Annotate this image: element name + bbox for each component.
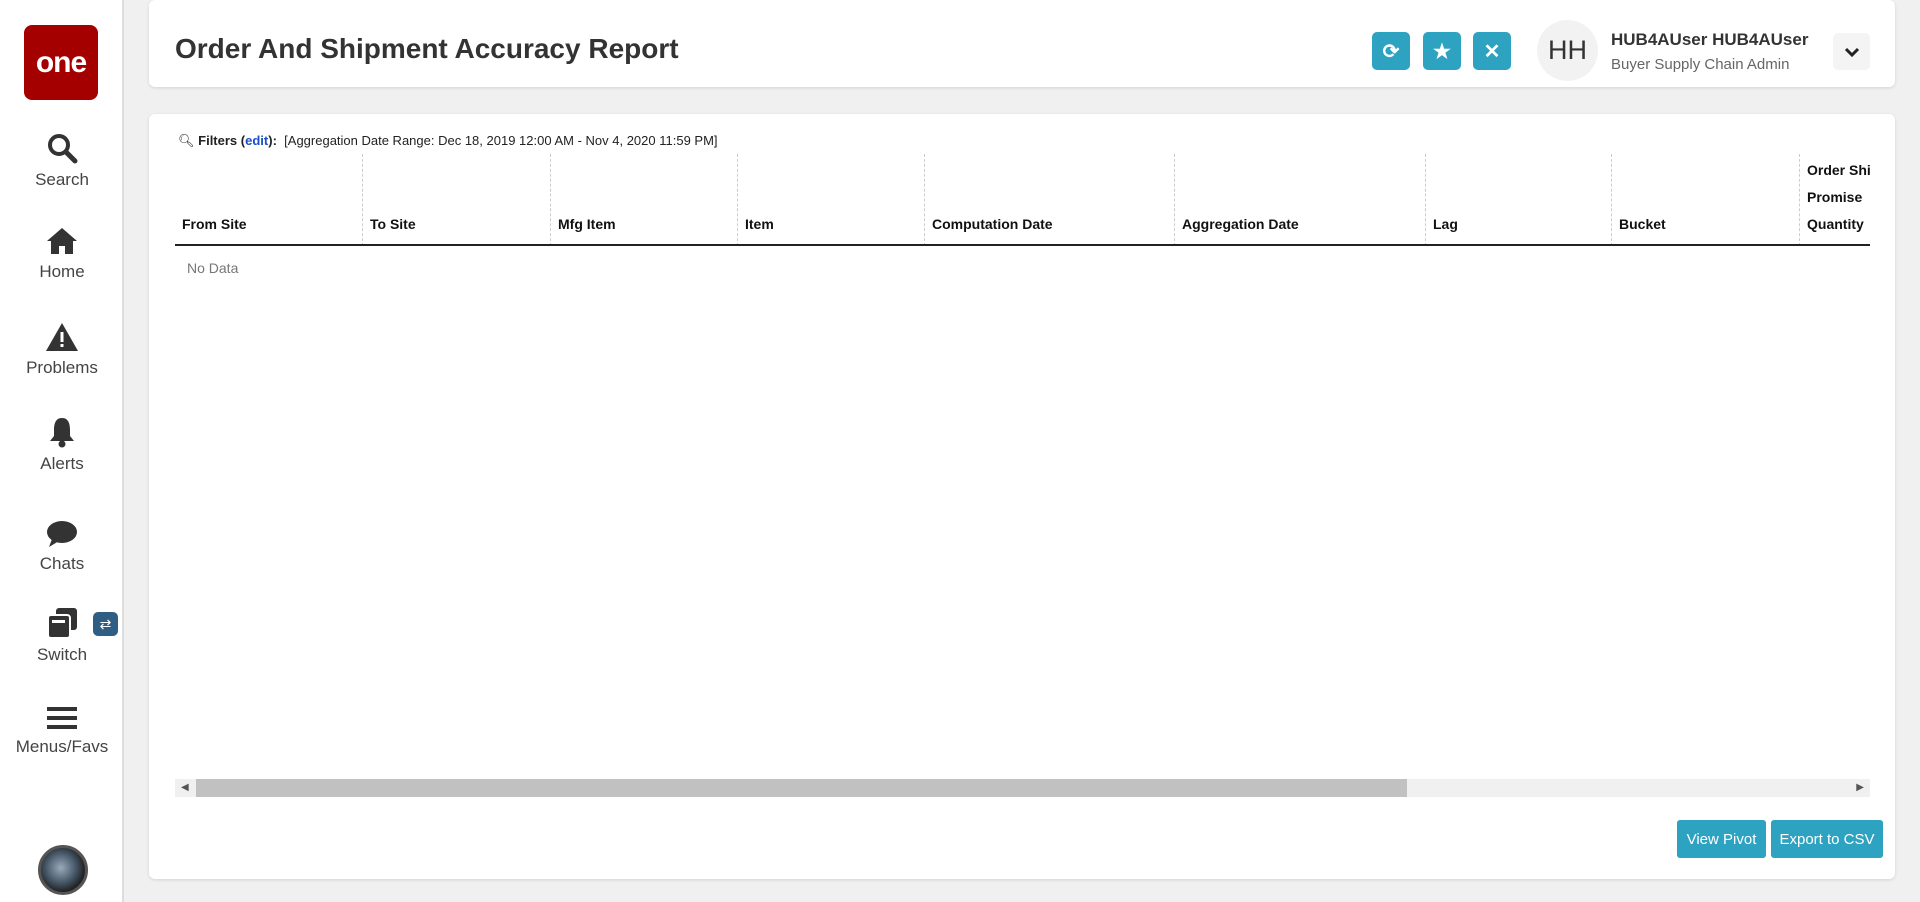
- column-header[interactable]: From Site: [175, 154, 362, 244]
- close-button[interactable]: ✕: [1473, 32, 1511, 70]
- filters-edit-link[interactable]: edit: [245, 133, 268, 148]
- switch-arrows-icon[interactable]: ⇄: [93, 612, 118, 636]
- column-header[interactable]: To Site: [362, 154, 550, 244]
- sidebar-item-search[interactable]: Search: [0, 132, 124, 190]
- refresh-icon: ⟳: [1382, 40, 1400, 63]
- column-header[interactable]: Lag: [1425, 154, 1611, 244]
- sidebar-item-label: Menus/Favs: [15, 737, 109, 756]
- sidebar-item-label: Search: [35, 170, 89, 189]
- favorite-button[interactable]: ★: [1423, 32, 1461, 70]
- sidebar-item-label: Problems: [26, 358, 98, 377]
- sidebar-item-label: Chats: [39, 554, 85, 573]
- refresh-button[interactable]: ⟳: [1372, 32, 1410, 70]
- switch-windows-icon: [47, 608, 77, 639]
- close-icon: ✕: [1483, 40, 1501, 63]
- column-header[interactable]: Aggregation Date: [1174, 154, 1425, 244]
- user-avatar[interactable]: HH: [1537, 20, 1598, 81]
- search-icon: [48, 134, 78, 164]
- column-header[interactable]: Computation Date: [924, 154, 1174, 244]
- bell-icon: [50, 418, 74, 448]
- filters-text: [Aggregation Date Range: Dec 18, 2019 12…: [284, 133, 718, 148]
- empty-table-message: No Data: [187, 260, 239, 276]
- page-header: Order And Shipment Accuracy Report ⟳ ★ ✕…: [149, 0, 1895, 87]
- filters-label: Filters: [198, 133, 238, 148]
- sidebar-item-alerts[interactable]: Alerts: [0, 416, 124, 474]
- view-pivot-button[interactable]: View Pivot: [1677, 820, 1766, 858]
- sidebar: one Search Home Problems Alerts Chats Sw…: [0, 0, 124, 902]
- sidebar-item-home[interactable]: Home: [0, 226, 124, 282]
- scroll-right-icon[interactable]: ▶: [1856, 782, 1864, 793]
- user-role: Buyer Supply Chain Admin: [1611, 56, 1790, 73]
- sidebar-item-menus-favs[interactable]: Menus/Favs: [0, 705, 124, 757]
- chat-icon: [47, 521, 77, 547]
- hamburger-menu-icon: [47, 707, 77, 729]
- sidebar-item-chats[interactable]: Chats: [0, 520, 124, 574]
- report-panel: 🔍︎ Filters (edit): [Aggregation Date Ran…: [149, 114, 1895, 879]
- sidebar-item-problems[interactable]: Problems: [0, 322, 124, 378]
- assistant-bot-avatar[interactable]: [38, 845, 88, 895]
- horizontal-scrollbar[interactable]: ◀ ▶: [175, 779, 1870, 797]
- sidebar-item-label: Home: [39, 262, 85, 281]
- export-csv-button[interactable]: Export to CSV: [1771, 820, 1883, 858]
- scroll-left-icon[interactable]: ◀: [181, 782, 189, 793]
- column-header[interactable]: Order Shi Promise Quantity: [1799, 154, 1870, 244]
- logo[interactable]: one: [24, 25, 98, 100]
- report-table-header: From Site To Site Mfg Item Item Computat…: [175, 154, 1870, 246]
- filters-bar: 🔍︎ Filters (edit): [Aggregation Date Ran…: [178, 133, 718, 148]
- sidebar-item-label: Switch: [36, 645, 88, 664]
- home-icon: [47, 228, 77, 254]
- column-header[interactable]: Mfg Item: [550, 154, 737, 244]
- column-header[interactable]: Bucket: [1611, 154, 1799, 244]
- sidebar-item-label: Alerts: [40, 454, 84, 473]
- column-header[interactable]: Item: [737, 154, 924, 244]
- search-icon: 🔍︎: [178, 133, 195, 148]
- scrollbar-thumb[interactable]: [196, 779, 1407, 797]
- chevron-down-icon: [1844, 47, 1859, 57]
- user-name: HUB4AUser HUB4AUser: [1611, 30, 1809, 49]
- warning-icon: [46, 323, 78, 351]
- page-title: Order And Shipment Accuracy Report: [175, 33, 679, 64]
- user-menu-dropdown[interactable]: [1833, 33, 1870, 70]
- star-icon: ★: [1433, 40, 1451, 63]
